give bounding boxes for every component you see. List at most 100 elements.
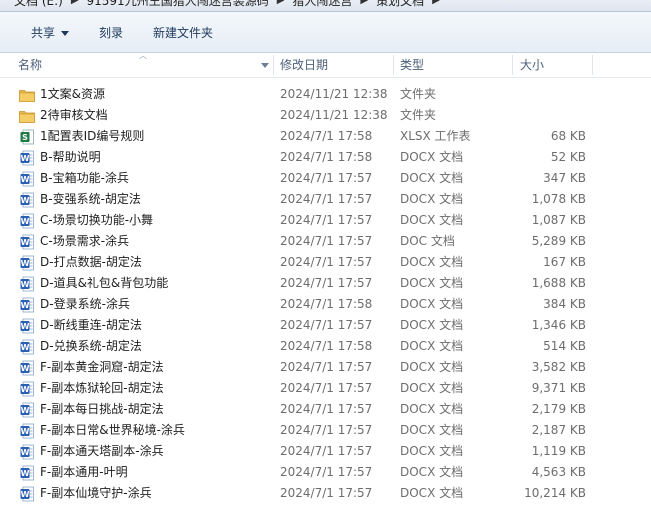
- svg-text:W: W: [21, 217, 30, 226]
- svg-text:W: W: [21, 175, 30, 184]
- word-old-icon: W: [20, 234, 34, 250]
- file-size: 1,346 KB: [531, 318, 586, 332]
- share-label: 共享: [31, 26, 56, 40]
- file-row[interactable]: W F-副本通天塔副本-涂兵 2024/7/1 17:57 DOCX 文档 1,119 …: [0, 441, 651, 462]
- breadcrumb-chevron-icon[interactable]: ▶: [67, 0, 83, 6]
- file-name: D-断线重连-胡定法: [40, 318, 142, 332]
- column-type-header[interactable]: 类型: [400, 53, 424, 77]
- column-divider[interactable]: [592, 55, 593, 75]
- file-row[interactable]: W D-断线重连-胡定法 2024/7/1 17:57 DOCX 文档 1,346 KB: [0, 315, 651, 336]
- svg-text:W: W: [21, 322, 30, 331]
- word-icon: W: [20, 423, 34, 439]
- file-row[interactable]: 2待审核文档 2024/11/21 12:38 文件夹: [0, 105, 651, 126]
- file-name: F-副本仙境守护-涂兵: [40, 486, 152, 500]
- breadcrumb-segment[interactable]: 猎人闯迷宫: [292, 0, 352, 9]
- file-type: DOCX 文档: [400, 150, 464, 164]
- breadcrumb-chevron-icon[interactable]: ▶: [356, 0, 372, 6]
- file-row[interactable]: W C-场景需求-涂兵 2024/7/1 17:57 DOC 文档 5,289 KB: [0, 231, 651, 252]
- file-size: 5,289 KB: [531, 234, 586, 248]
- new-folder-button[interactable]: 新建文件夹: [153, 22, 213, 44]
- file-modified-date: 2024/7/1 17:58: [280, 129, 373, 143]
- svg-text:W: W: [21, 280, 30, 289]
- file-type: 文件夹: [400, 87, 437, 101]
- file-modified-date: 2024/7/1 17:57: [280, 213, 373, 227]
- file-size: 9,371 KB: [531, 381, 586, 395]
- column-divider[interactable]: [393, 55, 394, 75]
- file-row[interactable]: W B-帮助说明 2024/7/1 17:58 DOCX 文档 52 KB: [0, 147, 651, 168]
- address-bar[interactable]: 文档 (E:) ▶ 91591九州王国猎人闯迷宫装源码 ▶ 猎人闯迷宫 ▶ 策划文档 ▶: [0, 0, 651, 12]
- word-icon: W: [20, 381, 34, 397]
- file-row[interactable]: 1文案&资源 2024/11/21 12:38 文件夹: [0, 84, 651, 105]
- file-modified-date: 2024/7/1 17:57: [280, 444, 373, 458]
- file-modified-date: 2024/11/21 12:38: [280, 108, 388, 122]
- svg-text:W: W: [21, 448, 30, 457]
- file-modified-date: 2024/7/1 17:58: [280, 150, 373, 164]
- svg-text:W: W: [21, 427, 30, 436]
- word-icon: W: [20, 192, 34, 208]
- file-modified-date: 2024/7/1 17:57: [280, 192, 373, 206]
- file-size: 4,563 KB: [531, 465, 586, 479]
- file-row[interactable]: W F-副本炼狱轮回-胡定法 2024/7/1 17:57 DOCX 文档 9,371 …: [0, 378, 651, 399]
- file-row[interactable]: W D-兑换系统-胡定法 2024/7/1 17:58 DOCX 文档 514 KB: [0, 336, 651, 357]
- file-row[interactable]: W F-副本仙境守护-涂兵 2024/7/1 17:57 DOCX 文档 10,214 …: [0, 483, 651, 504]
- file-row[interactable]: W F-副本日常&世界秘境-涂兵 2024/7/1 17:57 DOCX 文档 2,18…: [0, 420, 651, 441]
- file-modified-date: 2024/7/1 17:57: [280, 423, 373, 437]
- file-size: 1,119 KB: [531, 444, 586, 458]
- breadcrumb-chevron-icon[interactable]: ▶: [273, 0, 289, 6]
- column-name-header[interactable]: 名称: [18, 53, 42, 77]
- folder-icon: [19, 88, 35, 102]
- excel-icon: S: [20, 129, 34, 145]
- file-type: DOCX 文档: [400, 423, 464, 437]
- burn-button[interactable]: 刻录: [99, 22, 123, 44]
- column-divider[interactable]: [273, 55, 274, 75]
- file-name: 2待审核文档: [40, 108, 108, 122]
- svg-text:W: W: [21, 154, 30, 163]
- file-name: B-帮助说明: [40, 150, 101, 164]
- file-modified-date: 2024/11/21 12:38: [280, 87, 388, 101]
- file-name: D-道具&礼包&背包功能: [40, 276, 169, 290]
- file-row[interactable]: S 1配置表ID编号规则 2024/7/1 17:58 XLSX 工作表 68 KB: [0, 126, 651, 147]
- file-name: F-副本黄金洞窟-胡定法: [40, 360, 164, 374]
- file-row[interactable]: W F-副本每日挑战-胡定法 2024/7/1 17:57 DOCX 文档 2,179 …: [0, 399, 651, 420]
- breadcrumb-segment[interactable]: 91591九州王国猎人闯迷宫装源码: [87, 0, 269, 9]
- file-modified-date: 2024/7/1 17:57: [280, 276, 373, 290]
- file-type: DOCX 文档: [400, 255, 464, 269]
- file-type: DOCX 文档: [400, 213, 464, 227]
- word-icon: W: [20, 486, 34, 502]
- file-modified-date: 2024/7/1 17:58: [280, 297, 373, 311]
- breadcrumb-segment[interactable]: 文档 (E:): [14, 0, 63, 9]
- file-row[interactable]: W F-副本黄金洞窟-胡定法 2024/7/1 17:57 DOCX 文档 3,582 …: [0, 357, 651, 378]
- file-row[interactable]: W F-副本通用-叶明 2024/7/1 17:57 DOCX 文档 4,563 KB: [0, 462, 651, 483]
- share-button[interactable]: 共享: [31, 22, 70, 44]
- column-divider[interactable]: [512, 55, 513, 75]
- file-name: D-兑换系统-胡定法: [40, 339, 142, 353]
- file-modified-date: 2024/7/1 17:57: [280, 318, 373, 332]
- word-icon: W: [20, 255, 34, 271]
- file-type: DOCX 文档: [400, 318, 464, 332]
- file-modified-date: 2024/7/1 17:57: [280, 381, 373, 395]
- word-icon: W: [20, 171, 34, 187]
- chevron-down-icon: [61, 31, 70, 36]
- word-icon: W: [20, 318, 34, 334]
- file-modified-date: 2024/7/1 17:57: [280, 360, 373, 374]
- file-row[interactable]: W B-变强系统-胡定法 2024/7/1 17:57 DOCX 文档 1,078 KB: [0, 189, 651, 210]
- file-type: XLSX 工作表: [400, 129, 471, 143]
- file-size: 3,582 KB: [531, 360, 586, 374]
- breadcrumb-segment[interactable]: 策划文档: [376, 0, 424, 9]
- file-row[interactable]: W D-登录系统-涂兵 2024/7/1 17:58 DOCX 文档 384 KB: [0, 294, 651, 315]
- svg-text:W: W: [21, 343, 30, 352]
- file-size: 1,087 KB: [531, 213, 586, 227]
- file-row[interactable]: W B-宝箱功能-涂兵 2024/7/1 17:57 DOCX 文档 347 KB: [0, 168, 651, 189]
- column-size-header[interactable]: 大小: [520, 53, 544, 77]
- column-filter-dropdown-icon[interactable]: [261, 63, 269, 68]
- file-row[interactable]: W D-打点数据-胡定法 2024/7/1 17:57 DOCX 文档 167 KB: [0, 252, 651, 273]
- file-row[interactable]: W C-场景切换功能-小舞 2024/7/1 17:57 DOCX 文档 1,087 K…: [0, 210, 651, 231]
- svg-text:W: W: [21, 196, 30, 205]
- file-row[interactable]: W D-道具&礼包&背包功能 2024/7/1 17:57 DOCX 文档 1,688 …: [0, 273, 651, 294]
- breadcrumb-chevron-icon[interactable]: ▶: [428, 0, 444, 6]
- file-name: C-场景需求-涂兵: [40, 234, 130, 248]
- column-date-header[interactable]: 修改日期: [280, 53, 328, 77]
- file-type: DOCX 文档: [400, 402, 464, 416]
- file-type: DOC 文档: [400, 234, 455, 248]
- file-type: DOCX 文档: [400, 339, 464, 353]
